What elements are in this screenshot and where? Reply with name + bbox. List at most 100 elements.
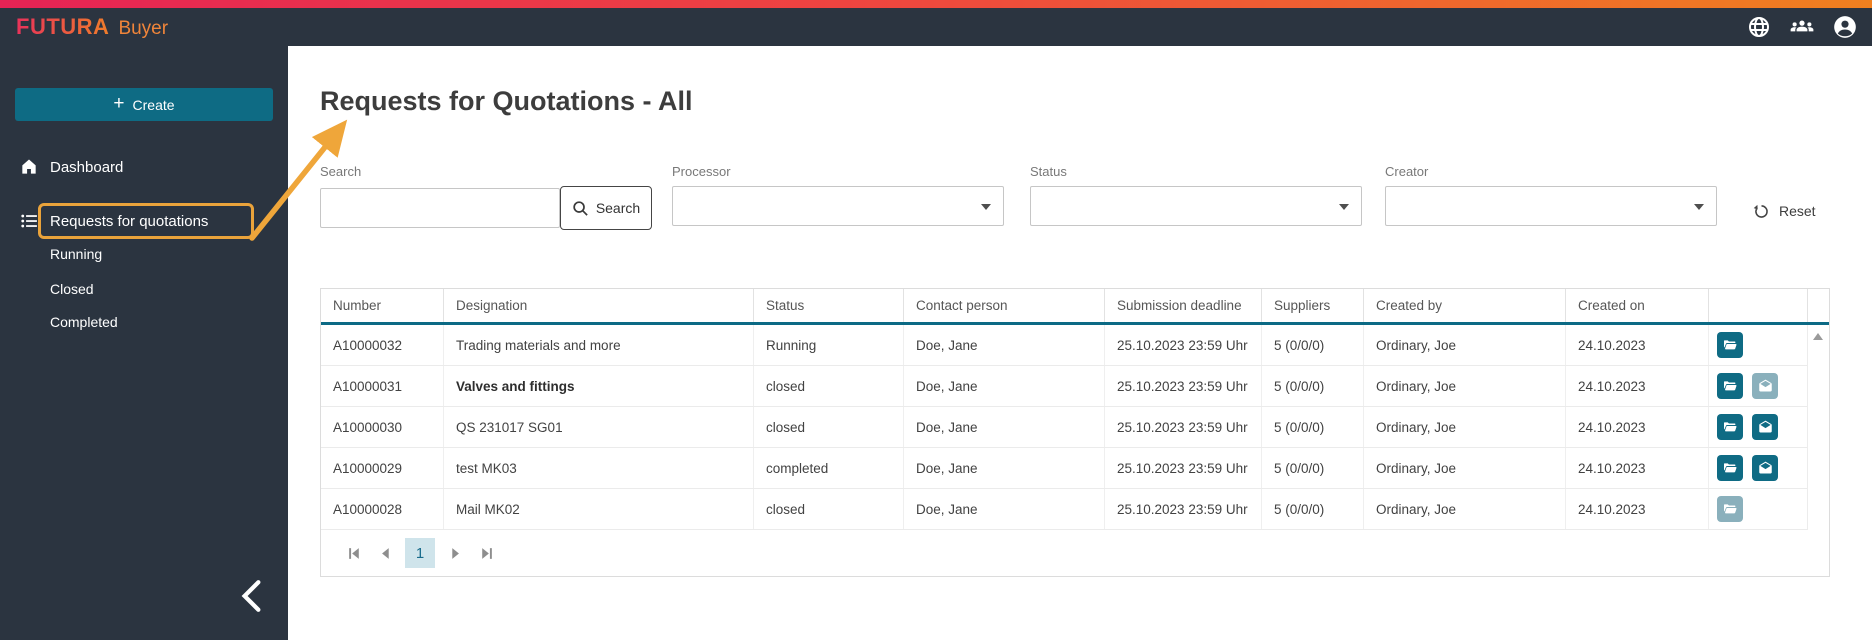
column-header[interactable]: Created on [1565,289,1708,322]
search-icon [573,200,588,216]
cell-suppliers: 5 (0/0/0) [1261,407,1363,447]
table-row[interactable]: A10000031 Valves and fittings closed Doe, J… [321,366,1807,407]
cell-contact-person: Doe, Jane [903,366,1104,406]
scroll-up-icon[interactable] [1813,333,1823,340]
language-icon[interactable] [1746,14,1772,40]
cell-created-on: 24.10.2023 [1565,366,1708,406]
creator-label: Creator [1385,164,1429,179]
folder-open-icon [1724,463,1737,473]
pagination-prev-button[interactable] [372,540,398,566]
pagination-last-button[interactable] [473,540,499,566]
processor-select[interactable] [672,186,1004,226]
pagination-next-button[interactable] [442,540,468,566]
sidebar-item-closed[interactable]: Closed [50,274,94,304]
cell-number: A10000029 [333,460,403,476]
create-button[interactable]: + Create [15,88,273,121]
column-header[interactable]: Created by [1363,289,1565,322]
drafts-button[interactable] [1752,373,1778,399]
sidebar-item-completed[interactable]: Completed [50,307,118,337]
table-header-row: Number Designation Status Contact person Sub… [321,289,1829,325]
sidebar-item-dashboard[interactable]: Dashboard [0,151,288,183]
cell-submission-deadline: 25.10.2023 23:59 Uhr [1104,489,1261,529]
cell-status: closed [753,489,903,529]
folder-open-icon [1724,504,1737,514]
cell-suppliers: 5 (0/0/0) [1261,448,1363,488]
folder-open-button[interactable] [1717,455,1743,481]
filter-bar: Search Search Processor Status Creator R… [320,164,1850,244]
cell-created-on: 24.10.2023 [1565,407,1708,447]
brand-product: Buyer [118,18,169,39]
column-header[interactable]: Status [753,289,903,322]
drafts-button[interactable] [1752,414,1778,440]
pagination-first-button[interactable] [341,540,367,566]
creator-filter-group: Creator [1385,164,1717,226]
column-header-scroll [1807,289,1829,322]
prev-page-icon [381,547,389,559]
cell-submission-deadline: 25.10.2023 23:59 Uhr [1104,448,1261,488]
column-header[interactable]: Contact person [903,289,1104,322]
folder-open-button[interactable] [1717,496,1743,522]
table-scrollbar[interactable] [1807,325,1830,530]
table-row[interactable]: A10000028 Mail MK02 closed Doe, Jane 25.10.2… [321,489,1807,530]
sidebar-item-requests-for-quotations[interactable]: Requests for quotations [0,205,288,237]
app-bar: FUTURA Buyer [0,8,1872,46]
search-filter-group: Search Search [320,164,652,230]
table-row[interactable]: A10000032 Trading materials and more Runni… [321,325,1807,366]
table-row[interactable]: A10000029 test MK03 completed Doe, Jane 25.1… [321,448,1807,489]
appbar-icons [1746,14,1858,40]
drafts-icon [1758,461,1772,473]
chevron-left-icon [241,580,261,612]
cell-suppliers: 5 (0/0/0) [1261,366,1363,406]
folder-open-button[interactable] [1717,414,1743,440]
cell-number: A10000032 [333,337,403,353]
cell-submission-deadline: 25.10.2023 23:59 Uhr [1104,366,1261,406]
cell-created-on: 24.10.2023 [1565,448,1708,488]
drafts-icon [1758,420,1772,432]
sidebar-item-running[interactable]: Running [50,239,102,269]
reset-icon [1753,204,1768,218]
folder-open-icon [1724,381,1737,391]
column-header-actions [1708,289,1807,322]
column-header[interactable]: Designation [443,289,753,322]
chevron-down-icon [1694,204,1704,210]
plus-icon: + [113,93,125,114]
pagination-current-page[interactable]: 1 [405,538,435,568]
first-page-icon [348,547,359,559]
account-icon[interactable] [1832,14,1858,40]
column-header[interactable]: Submission deadline [1104,289,1261,322]
drafts-button[interactable] [1752,455,1778,481]
reset-button[interactable]: Reset [1752,191,1816,231]
cell-status: closed [753,407,903,447]
chevron-down-icon [981,204,991,210]
column-header[interactable]: Number [321,289,443,322]
groups-icon[interactable] [1789,14,1815,40]
folder-open-button[interactable] [1717,332,1743,358]
cell-created-by: Ordinary, Joe [1363,366,1565,406]
folder-open-button[interactable] [1717,373,1743,399]
folder-open-icon [1724,340,1737,350]
cell-submission-deadline: 25.10.2023 23:59 Uhr [1104,325,1261,365]
table-row[interactable]: A10000030 QS 231017 SG01 closed Doe, Jane 25… [321,407,1807,448]
cell-created-by: Ordinary, Joe [1363,325,1565,365]
status-select[interactable] [1030,186,1362,226]
cell-actions [1708,448,1807,488]
cell-actions [1708,489,1807,529]
search-input[interactable] [320,188,560,228]
search-button[interactable]: Search [560,186,652,230]
cell-created-by: Ordinary, Joe [1363,489,1565,529]
sidebar: + Create Dashboard Requests for quotatio… [0,46,288,640]
cell-number: A10000028 [333,501,403,517]
cell-suppliers: 5 (0/0/0) [1261,489,1363,529]
sidebar-item-label: Requests for quotations [50,212,209,230]
cell-status: Running [753,325,903,365]
sub-item-label: Completed [50,314,118,330]
cell-designation: Trading materials and more [443,325,753,365]
cell-created-by: Ordinary, Joe [1363,448,1565,488]
chevron-down-icon [1339,204,1349,210]
column-header[interactable]: Suppliers [1261,289,1363,322]
reset-filter-group: Reset [1752,191,1816,231]
sidebar-collapse-button[interactable] [230,574,274,618]
table-body: A10000032 Trading materials and more Runni… [321,325,1829,530]
creator-select[interactable] [1385,186,1717,226]
cell-status: closed [753,366,903,406]
